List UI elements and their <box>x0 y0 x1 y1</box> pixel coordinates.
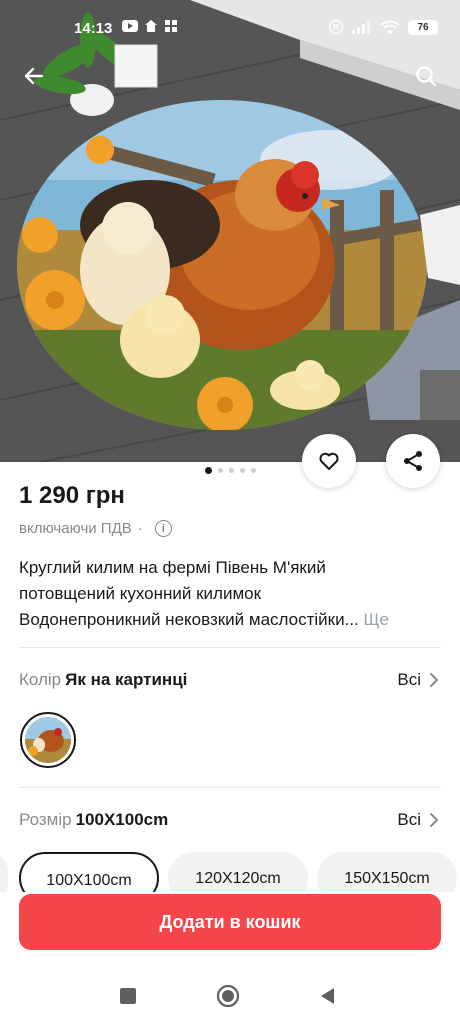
divider <box>19 647 441 648</box>
product-image-gallery[interactable]: 14:13 R 76 <box>0 0 460 462</box>
svg-text:R: R <box>333 23 340 33</box>
search-button[interactable] <box>406 56 446 96</box>
color-key: Колір <box>19 670 62 689</box>
color-value: Як на картинці <box>65 670 188 689</box>
product-title-line-last: Водонепроникний нековзкий маслостійки...… <box>19 607 443 633</box>
product-price: 1 290 грн <box>19 482 125 509</box>
chevron-right-icon <box>430 673 439 687</box>
back-arrow-icon <box>24 67 44 85</box>
size-option-row[interactable]: Розмір 100X100cm Всі <box>19 806 439 834</box>
size-key: Розмір <box>19 810 72 829</box>
color-all-label: Всі <box>397 670 421 689</box>
battery-icon: 76 <box>408 19 438 35</box>
size-all-button[interactable]: Всі <box>397 810 439 830</box>
heart-icon <box>319 452 339 470</box>
square-icon <box>120 988 136 1004</box>
circle-icon <box>216 984 240 1008</box>
color-option-row[interactable]: Колір Як на картинці Всі <box>19 666 439 694</box>
size-chip-list: 100X100cm 120X120cm 150X150cm <box>0 852 460 892</box>
back-button[interactable] <box>14 56 54 96</box>
rug-thumbnail-icon <box>25 717 71 763</box>
gallery-dot <box>250 468 256 473</box>
video-icon <box>122 20 138 32</box>
size-chip-selected[interactable]: 100X100cm <box>19 852 159 892</box>
vat-note: включаючи ПДВ · i <box>19 520 172 537</box>
product-title-text: Водонепроникний нековзкий маслостійки... <box>19 610 359 629</box>
add-to-cart-button[interactable]: Додати в кошик <box>19 894 441 950</box>
color-option-label: Колір Як на картинці <box>19 670 187 690</box>
color-all-button[interactable]: Всі <box>397 670 439 690</box>
product-title-line: потовщений кухонний килимок <box>19 584 262 603</box>
status-time: 14:13 <box>74 20 113 37</box>
product-title-line: Круглий килим на фермі Півень М'який <box>19 558 326 577</box>
share-icon <box>404 451 422 471</box>
size-option-label: Розмір 100X100cm <box>19 810 168 830</box>
product-title[interactable]: Круглий килим на фермі Півень М'який пот… <box>19 555 443 633</box>
signal-icon <box>352 21 370 34</box>
wifi-icon <box>380 20 400 34</box>
color-swatch-selected[interactable] <box>20 712 76 768</box>
size-chip-partial[interactable] <box>0 852 8 892</box>
size-chip[interactable]: 120X120cm <box>168 852 308 892</box>
triangle-back-icon <box>321 988 334 1004</box>
status-system-icons: R 76 <box>328 19 438 35</box>
chevron-right-icon <box>430 813 439 827</box>
status-bar: 14:13 R 76 <box>0 0 460 58</box>
recent-apps-button[interactable] <box>116 984 140 1008</box>
gallery-dot-active <box>204 467 212 474</box>
size-all-label: Всі <box>397 810 421 829</box>
color-swatch-thumbnail <box>25 717 71 763</box>
search-icon <box>416 66 437 87</box>
grid-icon <box>165 20 177 32</box>
info-icon[interactable]: i <box>154 520 172 537</box>
product-photo <box>0 0 460 462</box>
gallery-dot <box>228 468 234 473</box>
vat-text: включаючи ПДВ <box>19 520 132 537</box>
show-more-link[interactable]: Ще <box>364 610 389 629</box>
share-button[interactable] <box>386 434 440 488</box>
size-chip[interactable]: 150X150cm <box>317 852 457 892</box>
home-icon <box>145 20 157 32</box>
favorite-button[interactable] <box>302 434 356 488</box>
home-button[interactable] <box>216 984 240 1008</box>
divider <box>19 787 441 788</box>
gallery-dot <box>239 468 245 473</box>
registered-icon: R <box>328 19 344 35</box>
size-value: 100X100cm <box>75 810 169 829</box>
status-notification-icons <box>122 19 178 33</box>
gallery-dot <box>217 468 223 473</box>
vat-separator: · <box>137 520 143 537</box>
back-nav-button[interactable] <box>316 984 340 1008</box>
